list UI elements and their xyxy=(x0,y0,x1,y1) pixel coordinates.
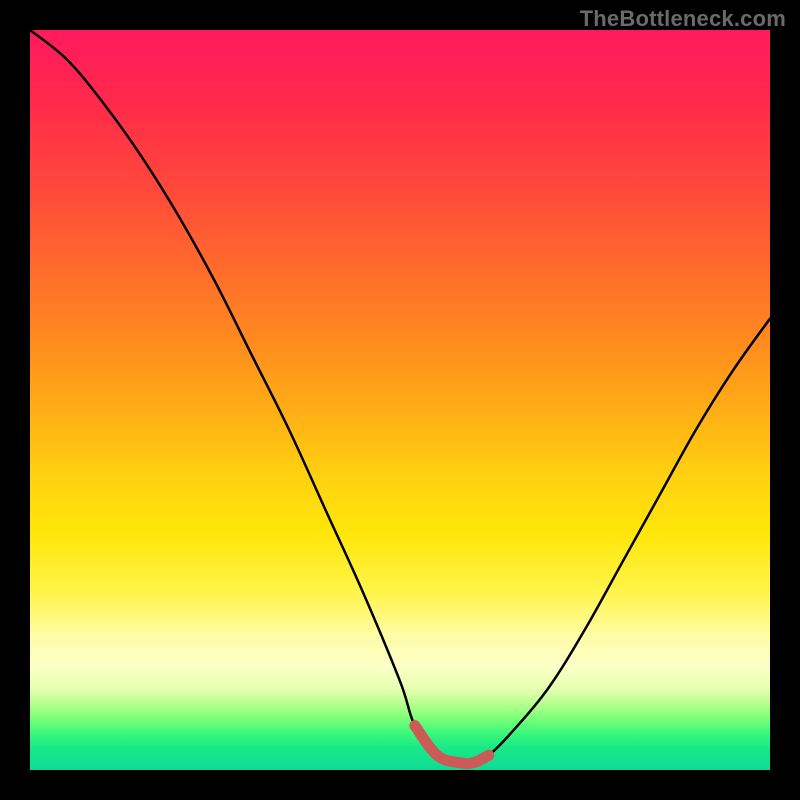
plot-area xyxy=(30,30,770,770)
bottleneck-curve xyxy=(30,30,770,764)
curve-svg xyxy=(30,30,770,770)
trough-highlight xyxy=(415,726,489,764)
chart-frame: TheBottleneck.com xyxy=(0,0,800,800)
watermark-text: TheBottleneck.com xyxy=(580,6,786,32)
